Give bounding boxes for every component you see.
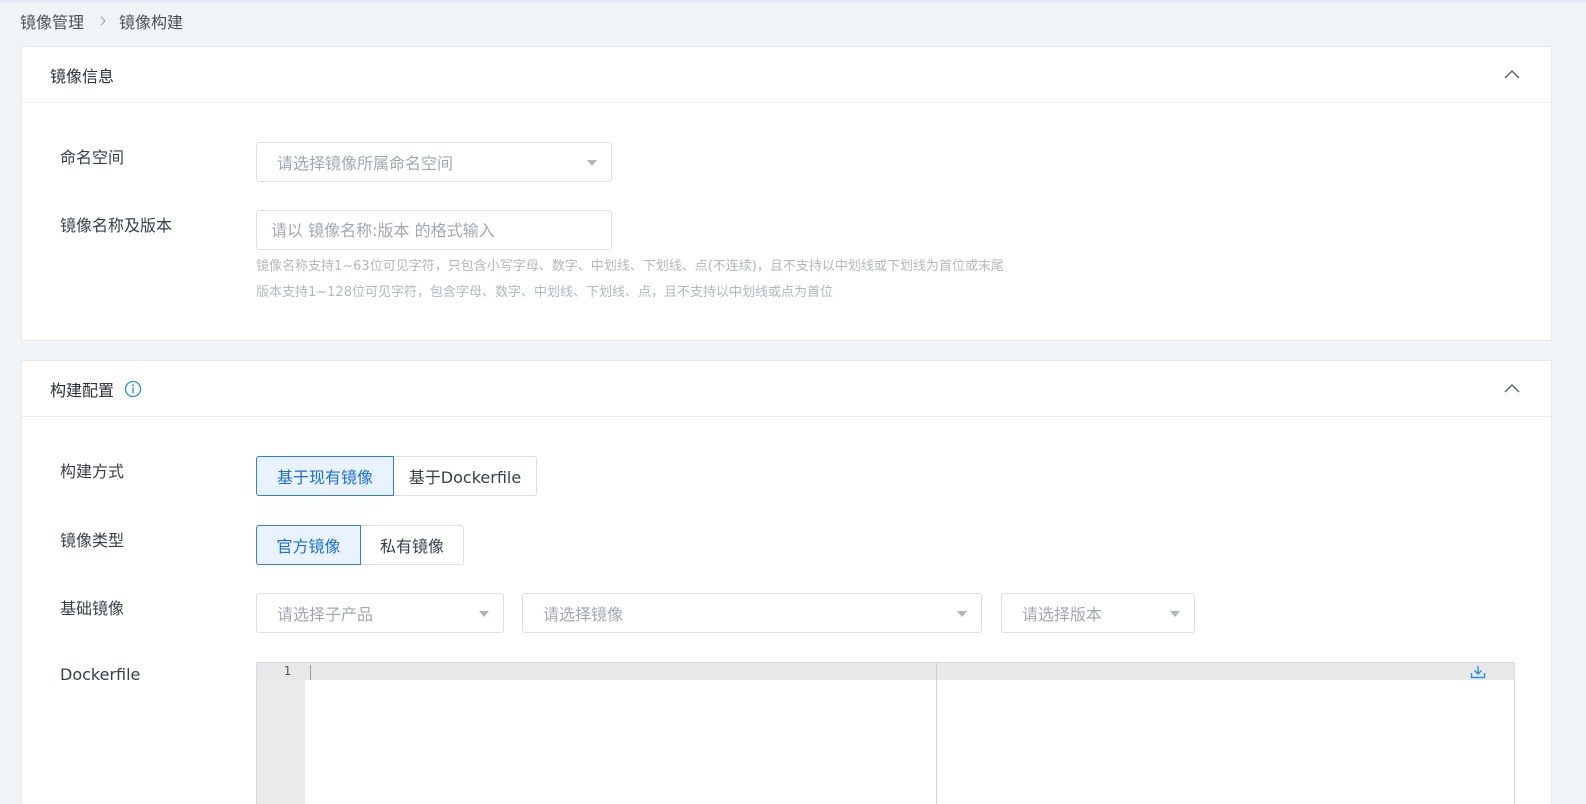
image-type-label: 镜像类型 <box>60 531 125 550</box>
caret-down-icon <box>1170 611 1180 617</box>
namespace-placeholder: 请选择镜像所属命名空间 <box>277 154 454 173</box>
chevron-right-icon <box>98 16 108 26</box>
private-image-button[interactable]: 私有镜像 <box>361 525 464 565</box>
name-version-input[interactable] <box>256 210 612 250</box>
image-info-title: 镜像信息 <box>50 66 115 86</box>
caret-down-icon <box>479 611 489 617</box>
editor-cursor <box>310 665 311 680</box>
build-config-title: 构建配置 <box>50 380 115 400</box>
image-info-panel: 镜像信息 命名空间 请选择镜像所属命名空间 镜像名称及版本 镜像名称支持1~63… <box>21 46 1552 341</box>
version-select[interactable]: 请选择版本 <box>1001 593 1195 633</box>
top-divider <box>0 0 1586 3</box>
breadcrumb-image-build: 镜像构建 <box>119 13 184 32</box>
namespace-select[interactable]: 请选择镜像所属命名空间 <box>256 142 612 182</box>
caret-down-icon <box>587 160 597 166</box>
image-select[interactable]: 请选择镜像 <box>522 593 982 633</box>
sub-product-select[interactable]: 请选择子产品 <box>256 593 504 633</box>
build-config-header: 构建配置 <box>22 361 1551 417</box>
download-icon[interactable] <box>1470 665 1486 679</box>
build-from-dockerfile-button[interactable]: 基于Dockerfile <box>394 456 537 496</box>
breadcrumb-image-management[interactable]: 镜像管理 <box>20 9 84 33</box>
line-number: 1 <box>283 664 291 678</box>
version-placeholder: 请选择版本 <box>1022 605 1103 624</box>
name-hint: 镜像名称支持1~63位可见字符，只包含小写字母、数字、中划线、下划线、点(不连续… <box>256 259 1004 274</box>
base-image-label: 基础镜像 <box>60 599 125 618</box>
chevron-up-icon[interactable] <box>1503 380 1521 398</box>
editor-active-line <box>257 663 1514 680</box>
caret-down-icon <box>957 611 967 617</box>
editor-preview-divider <box>936 663 937 804</box>
name-version-label: 镜像名称及版本 <box>60 216 173 235</box>
official-image-button[interactable]: 官方镜像 <box>256 525 361 565</box>
image-placeholder: 请选择镜像 <box>543 605 624 624</box>
image-info-header: 镜像信息 <box>22 47 1551 103</box>
sub-product-placeholder: 请选择子产品 <box>277 605 374 624</box>
dockerfile-label: Dockerfile <box>60 665 141 684</box>
version-hint: 版本支持1~128位可见字符，包含字母、数字、中划线、下划线、点，且不支持以中划… <box>256 285 833 300</box>
build-method-group: 基于现有镜像 基于Dockerfile <box>256 456 537 496</box>
build-from-existing-button[interactable]: 基于现有镜像 <box>256 456 394 496</box>
build-method-label: 构建方式 <box>60 462 125 481</box>
breadcrumb: 镜像管理 镜像构建 <box>20 9 184 33</box>
build-config-panel: 构建配置 构建方式 基于现有镜像 基于Dockerfile 镜像类型 官方镜像 … <box>21 360 1552 804</box>
chevron-up-icon[interactable] <box>1503 66 1521 84</box>
namespace-label: 命名空间 <box>60 148 125 167</box>
dockerfile-editor[interactable]: 1 <box>256 662 1515 804</box>
image-type-group: 官方镜像 私有镜像 <box>256 525 464 565</box>
editor-gutter <box>257 663 305 804</box>
info-icon[interactable] <box>124 380 142 398</box>
